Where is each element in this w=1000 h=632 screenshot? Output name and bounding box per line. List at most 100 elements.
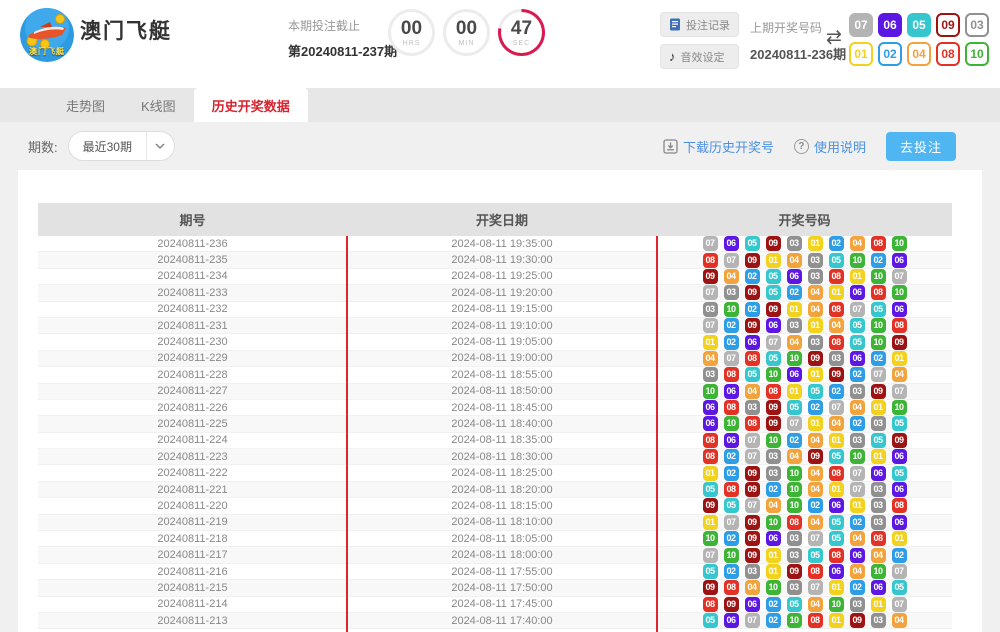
- logo-text: 澳门飞艇: [20, 46, 74, 57]
- table-row: 20240811-2152024-08-11 17:50:00090804100…: [38, 580, 952, 596]
- lottery-ball-01: 01: [829, 285, 844, 300]
- lottery-ball-07: 07: [892, 597, 907, 612]
- lottery-ball-06: 06: [892, 449, 907, 464]
- lottery-ball-08: 08: [829, 269, 844, 284]
- document-icon: [669, 18, 681, 31]
- lottery-ball-09: 09: [766, 400, 781, 415]
- table-row: 20240811-2272024-08-11 18:50:00100604080…: [38, 384, 952, 400]
- lottery-ball-04: 04: [745, 580, 760, 595]
- tab-history-data[interactable]: 历史开奖数据: [194, 88, 308, 122]
- last-draw-ball-03: 03: [965, 13, 989, 37]
- lottery-ball-05: 05: [871, 433, 886, 448]
- period-cell: 20240811-219: [38, 516, 347, 528]
- period-cell: 20240811-213: [38, 615, 347, 627]
- go-bet-button[interactable]: 去投注: [886, 132, 956, 161]
- lottery-ball-10: 10: [787, 351, 802, 366]
- usage-help-link[interactable]: ? 使用说明: [794, 137, 866, 156]
- lottery-ball-02: 02: [724, 466, 739, 481]
- lottery-ball-02: 02: [724, 318, 739, 333]
- lottery-ball-09: 09: [703, 498, 718, 513]
- lottery-ball-07: 07: [745, 449, 760, 464]
- app-logo: 澳门飞艇: [20, 8, 74, 62]
- lottery-ball-02: 02: [808, 400, 823, 415]
- period-filter-label: 期数:: [28, 137, 58, 156]
- lottery-ball-06: 06: [892, 515, 907, 530]
- draw-numbers-cell: 05060702100801090304: [657, 613, 952, 628]
- lottery-ball-02: 02: [745, 269, 760, 284]
- draw-numbers-cell: 07060509030102040810: [657, 236, 952, 251]
- lottery-ball-05: 05: [766, 269, 781, 284]
- table-row: 20240811-2342024-08-11 19:25:00090402050…: [38, 269, 952, 285]
- music-note-icon: ♪: [669, 50, 676, 63]
- lottery-ball-03: 03: [871, 416, 886, 431]
- table-row: 20240811-2312024-08-11 19:10:00070209060…: [38, 318, 952, 334]
- draw-numbers-cell: 06080309050207040110: [657, 400, 952, 415]
- lottery-ball-10: 10: [850, 253, 865, 268]
- period-cell: 20240811-223: [38, 451, 347, 463]
- countdown-hours-unit: HRS: [403, 40, 421, 47]
- last-draw-ball-04: 04: [907, 42, 931, 66]
- download-history-link[interactable]: 下载历史开奖号: [663, 137, 774, 156]
- lottery-ball-01: 01: [703, 515, 718, 530]
- lottery-ball-01: 01: [829, 482, 844, 497]
- lottery-ball-10: 10: [892, 236, 907, 251]
- column-header-numbers: 开奖号码: [657, 203, 952, 236]
- table-row: 20240811-2332024-08-11 19:20:00070309050…: [38, 285, 952, 301]
- lottery-ball-07: 07: [829, 400, 844, 415]
- swap-icon[interactable]: ⇄: [826, 26, 842, 49]
- period-filter-dropdown[interactable]: 最近30期: [68, 131, 175, 161]
- table-row: 20240811-2212024-08-11 18:20:00050809021…: [38, 482, 952, 498]
- draw-date-cell: 2024-08-11 18:10:00: [347, 516, 657, 528]
- table-row: 20240811-2292024-08-11 19:00:00040708051…: [38, 351, 952, 367]
- period-cell: 20240811-232: [38, 303, 347, 315]
- lottery-ball-02: 02: [892, 548, 907, 563]
- lottery-ball-05: 05: [745, 367, 760, 382]
- period-cell: 20240811-235: [38, 254, 347, 266]
- lottery-ball-01: 01: [808, 416, 823, 431]
- lottery-ball-10: 10: [871, 564, 886, 579]
- lottery-ball-07: 07: [892, 269, 907, 284]
- lottery-ball-09: 09: [871, 384, 886, 399]
- lottery-ball-08: 08: [871, 285, 886, 300]
- last-draw-ball-05: 05: [907, 13, 931, 37]
- draw-numbers-cell: 08020703040905100106: [657, 449, 952, 464]
- lottery-ball-02: 02: [808, 498, 823, 513]
- draw-numbers-cell: 09080410030701020605: [657, 580, 952, 595]
- lottery-ball-03: 03: [787, 548, 802, 563]
- draw-numbers-cell: 06100809070104020305: [657, 416, 952, 431]
- draw-numbers-cell: 03100209010408070506: [657, 302, 952, 317]
- download-icon: [663, 139, 678, 154]
- table-row: 20240811-2192024-08-11 18:10:00010709100…: [38, 515, 952, 531]
- usage-help-label: 使用说明: [814, 137, 866, 156]
- last-draw-ball-02: 02: [878, 42, 902, 66]
- lottery-ball-07: 07: [724, 515, 739, 530]
- lottery-ball-05: 05: [829, 253, 844, 268]
- table-row: 20240811-2202024-08-11 18:15:00090507041…: [38, 498, 952, 514]
- draw-date-cell: 2024-08-11 18:35:00: [347, 434, 657, 446]
- lottery-ball-02: 02: [850, 367, 865, 382]
- lottery-ball-09: 09: [745, 318, 760, 333]
- lottery-ball-08: 08: [829, 302, 844, 317]
- draw-date-cell: 2024-08-11 19:00:00: [347, 352, 657, 364]
- draw-numbers-cell: 01020903100408070605: [657, 466, 952, 481]
- lottery-ball-09: 09: [787, 564, 802, 579]
- countdown-seconds-unit: SEC: [513, 40, 530, 47]
- lottery-ball-06: 06: [745, 597, 760, 612]
- bet-record-button[interactable]: 投注记录: [660, 12, 739, 37]
- draw-date-cell: 2024-08-11 17:40:00: [347, 615, 657, 627]
- draw-date-cell: 2024-08-11 19:35:00: [347, 238, 657, 250]
- lottery-ball-10: 10: [892, 285, 907, 300]
- sound-setting-button[interactable]: ♪ 音效设定: [660, 44, 739, 69]
- tab-k-line[interactable]: K线图: [123, 88, 194, 122]
- lottery-ball-09: 09: [766, 236, 781, 251]
- table-row: 20240811-2252024-08-11 18:40:00061008090…: [38, 416, 952, 432]
- lottery-ball-09: 09: [745, 482, 760, 497]
- lottery-ball-10: 10: [766, 580, 781, 595]
- table-row: 20240811-2352024-08-11 19:30:00080709010…: [38, 252, 952, 268]
- tab-trend-chart[interactable]: 走势图: [48, 88, 123, 122]
- lottery-ball-03: 03: [808, 269, 823, 284]
- lottery-ball-04: 04: [808, 302, 823, 317]
- lottery-ball-10: 10: [871, 318, 886, 333]
- lottery-ball-03: 03: [829, 351, 844, 366]
- draw-date-cell: 2024-08-11 18:00:00: [347, 549, 657, 561]
